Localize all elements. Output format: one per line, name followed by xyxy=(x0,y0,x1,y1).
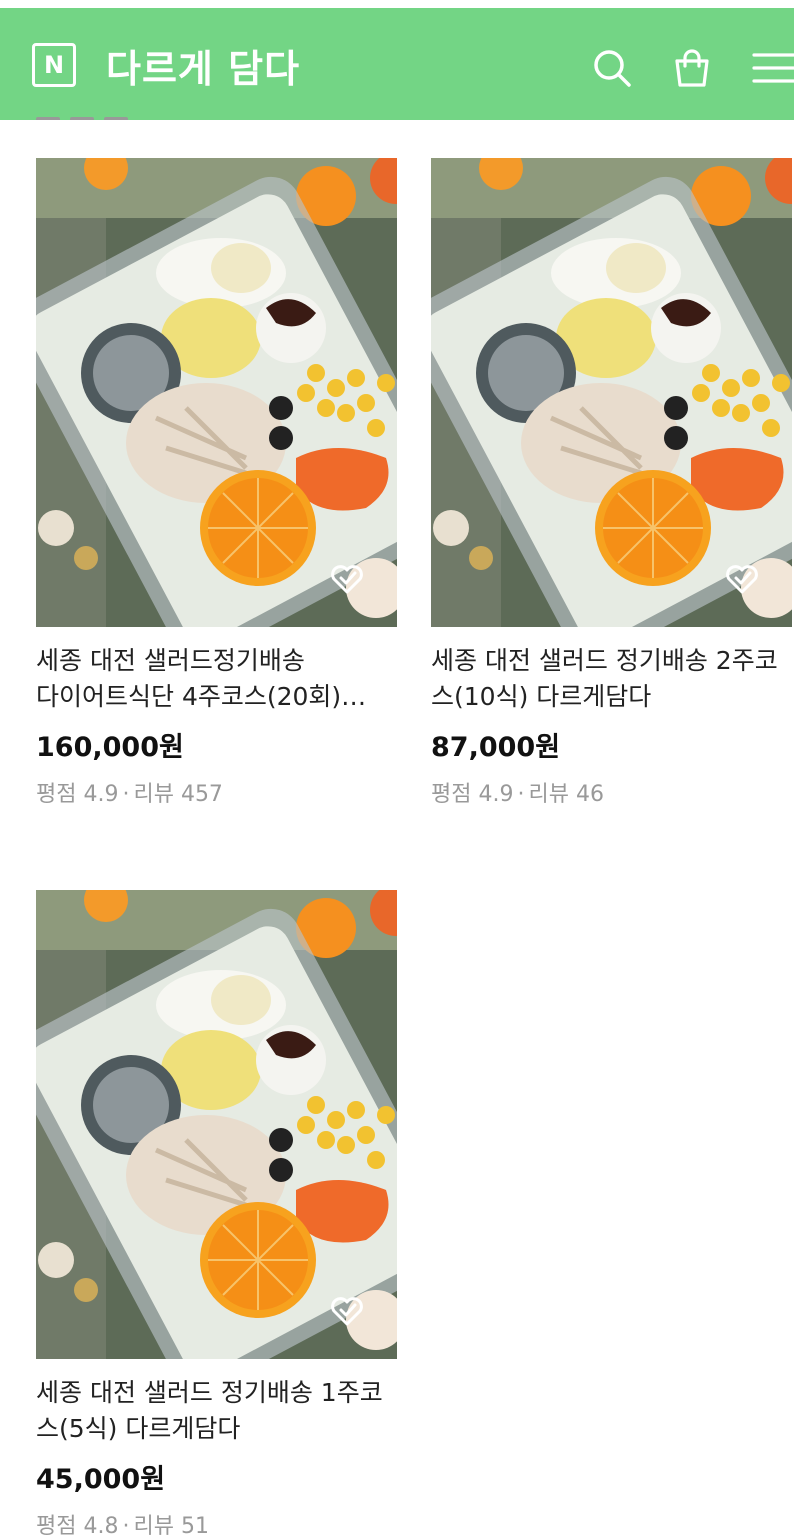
product-rating-meta: 평점 4.9 · 리뷰 457 xyxy=(36,776,400,808)
review-label[interactable]: 리뷰 51 xyxy=(133,1514,208,1539)
search-icon xyxy=(594,50,631,87)
product-rating-meta: 평점 4.8 · 리뷰 51 xyxy=(36,1508,400,1540)
separator-dot: · xyxy=(517,782,525,807)
favorite-button[interactable] xyxy=(724,561,760,597)
scrolled-text-remnant xyxy=(36,108,176,120)
rating-label: 평점 4.8 xyxy=(36,1514,119,1539)
product-image[interactable] xyxy=(36,158,397,627)
rating-label: 평점 4.9 xyxy=(36,782,119,807)
naver-logo-icon[interactable]: N xyxy=(32,43,76,87)
product-card[interactable]: 세종 대전 샐러드 정기배송 1주코스(5식) 다르게담다 45,000원 평점… xyxy=(36,890,400,1540)
salad-photo xyxy=(431,158,792,627)
store-name[interactable]: 다르게 담다 xyxy=(106,38,300,93)
product-title[interactable]: 세종 대전 샐러드 정기배송 1주코스(5식) 다르게담다 xyxy=(36,1375,400,1447)
rating-label: 평점 4.9 xyxy=(431,782,514,807)
product-card[interactable]: 세종 대전 샐러드 정기배송 2주코스(10식) 다르게담다 87,000원 평… xyxy=(431,158,794,808)
product-title[interactable]: 세종 대전 샐러드정기배송 다이어트식단 4주코스(20회) 다르게담다 xyxy=(36,643,400,715)
review-label[interactable]: 리뷰 46 xyxy=(528,782,603,807)
product-price: 45,000원 xyxy=(36,1464,166,1495)
favorite-button[interactable] xyxy=(329,1293,365,1329)
product-image[interactable] xyxy=(36,890,397,1359)
product-rating-meta: 평점 4.9 · 리뷰 46 xyxy=(431,776,794,808)
separator-dot: · xyxy=(122,1514,130,1539)
heart-check-icon xyxy=(331,1297,363,1326)
search-button[interactable] xyxy=(590,46,634,90)
heart-check-icon xyxy=(331,565,363,594)
product-card[interactable]: 세종 대전 샐러드정기배송 다이어트식단 4주코스(20회) 다르게담다 160… xyxy=(36,158,400,808)
salad-photo xyxy=(36,890,397,1359)
review-label[interactable]: 리뷰 457 xyxy=(133,782,222,807)
product-image[interactable] xyxy=(431,158,792,627)
salad-photo xyxy=(36,158,397,627)
menu-button[interactable] xyxy=(750,46,794,90)
cart-button[interactable] xyxy=(670,46,714,90)
store-header: N 다르게 담다 xyxy=(0,8,794,120)
separator-dot: · xyxy=(122,782,130,807)
menu-icon xyxy=(752,53,794,83)
product-price: 87,000원 xyxy=(431,732,561,763)
product-price: 160,000원 xyxy=(36,732,184,763)
heart-check-icon xyxy=(726,565,758,594)
product-title[interactable]: 세종 대전 샐러드 정기배송 2주코스(10식) 다르게담다 xyxy=(431,643,794,715)
favorite-button[interactable] xyxy=(329,561,365,597)
cart-icon xyxy=(675,49,709,87)
